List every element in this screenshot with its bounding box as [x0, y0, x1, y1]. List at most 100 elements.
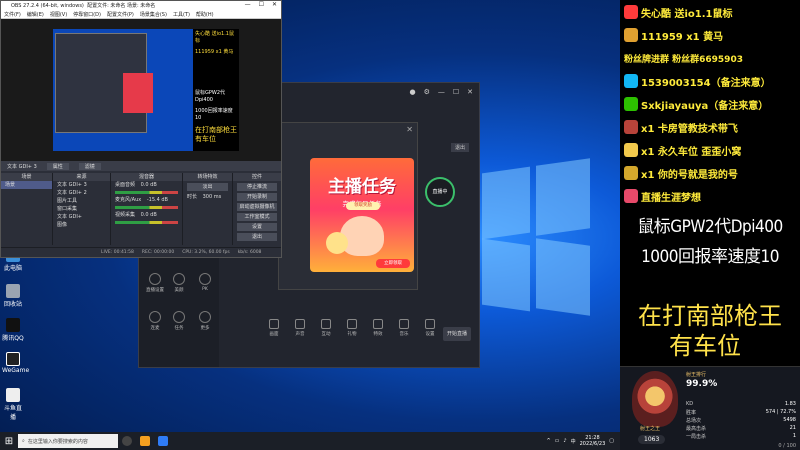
- toolbar-btn-interact[interactable]: 互动: [317, 319, 335, 337]
- menu-view[interactable]: 视图(V): [50, 11, 67, 18]
- minimize-icon[interactable]: —: [245, 1, 251, 8]
- start-recording-button[interactable]: 开始录制: [237, 193, 277, 201]
- stop-stream-button[interactable]: 停止推流: [237, 183, 277, 191]
- left-btn-more[interactable]: 更多: [193, 311, 217, 331]
- chevron-up-icon[interactable]: ^: [546, 438, 550, 444]
- overlay-status-line2: 有车位: [669, 332, 741, 360]
- desktop-icon-wegame[interactable]: WeGame: [2, 352, 29, 374]
- menu-help[interactable]: 帮助(H): [196, 11, 214, 18]
- overlay-mouse-spec-line1: 鼠标GPW2代Dpi400: [637, 217, 783, 237]
- left-btn-settings[interactable]: 直播设置: [143, 273, 167, 293]
- scene-icon: [269, 319, 279, 329]
- menu-docks[interactable]: 停靠窗口(D): [73, 11, 101, 18]
- source-item[interactable]: 图像: [53, 221, 110, 229]
- toolbar-btn-gift[interactable]: 礼物: [343, 319, 361, 337]
- windows-logo-wallpaper: [482, 150, 592, 320]
- notification-icon[interactable]: ▢: [609, 438, 614, 444]
- obs-window: OBS 27.2.4 (64-bit, windows) 配置文件: 未命名 场…: [0, 0, 282, 258]
- toolbar-btn-effects[interactable]: 特效: [369, 319, 387, 337]
- start-button[interactable]: ⊞: [0, 432, 18, 450]
- toolbar-btn-music[interactable]: 音乐: [395, 319, 413, 337]
- menu-scene-collection[interactable]: 场景集合(S): [140, 11, 167, 18]
- douyin-icon: [624, 5, 638, 19]
- speaker-icon[interactable]: ♪: [563, 438, 566, 444]
- studio-mode-button[interactable]: 工作室模式: [237, 213, 277, 221]
- streamer-task-promo[interactable]: 主播任务 完成每日任务 领取奖励 立即领取: [310, 158, 414, 272]
- obs-source-toolbar: 文本 GDI+ 3 属性 滤镜: [1, 161, 281, 171]
- task-icon: [173, 311, 185, 323]
- close-icon[interactable]: ✕: [467, 88, 473, 96]
- network-icon[interactable]: ▭: [555, 438, 560, 444]
- properties-button[interactable]: 属性: [46, 162, 69, 170]
- music-icon: [399, 319, 409, 329]
- preview-nested-overlay: 失心酷 送io1.1鼠标 111959 x1 黄马 鼠标GPW2代Dpi400 …: [193, 29, 239, 151]
- virtual-camera-button[interactable]: 启动虚拟摄像机: [237, 203, 277, 211]
- transition-select[interactable]: 淡出: [187, 183, 228, 191]
- mic-link-icon: [149, 311, 161, 323]
- mixer-channel-name: 麦克风/Aux -15.4 dB: [115, 197, 168, 203]
- rank-emblem-icon: [632, 371, 678, 427]
- qq-icon: [6, 318, 20, 332]
- preview-nested-promo: [123, 73, 153, 113]
- volume-meter[interactable]: [115, 221, 178, 224]
- input-language[interactable]: 中: [571, 438, 576, 445]
- transition-duration[interactable]: 时长 300 ms: [183, 193, 232, 201]
- user-icon[interactable]: ●: [409, 88, 415, 96]
- menu-profile[interactable]: 配置文件(P): [107, 11, 134, 18]
- left-btn-link[interactable]: 连麦: [143, 311, 167, 331]
- source-item[interactable]: 文本 GDI+: [53, 213, 110, 221]
- wechat-icon: [624, 97, 638, 111]
- taskbar-app-obs[interactable]: [118, 432, 136, 450]
- close-icon[interactable]: ✕: [272, 1, 277, 8]
- maximize-icon[interactable]: ☐: [453, 88, 459, 96]
- menu-tools[interactable]: 工具(T): [173, 11, 190, 18]
- streamer-avatar[interactable]: 直播中: [425, 177, 455, 207]
- left-btn-tasks[interactable]: 任务: [167, 311, 191, 331]
- overlay-row: 1539003154（备注来意）: [620, 70, 800, 92]
- volume-meter[interactable]: [115, 191, 178, 194]
- search-icon: ⌕: [22, 438, 25, 444]
- clock[interactable]: 21:28 2022/6/23: [580, 435, 606, 447]
- settings-button[interactable]: 设置: [237, 223, 277, 231]
- left-btn-beauty[interactable]: 美颜: [167, 273, 191, 293]
- desktop-icon-recycle-bin[interactable]: 回收站: [2, 284, 24, 308]
- start-live-button[interactable]: 开始直播: [443, 327, 471, 341]
- taskbar-search[interactable]: ⌕ 在这里输入你要搜索的内容: [18, 434, 118, 448]
- pk-icon: [199, 273, 211, 285]
- obs-icon: [122, 436, 132, 446]
- settings-icon[interactable]: ⚙: [424, 88, 430, 96]
- source-item[interactable]: 文本 GDI+ 2: [53, 189, 110, 197]
- scene-item[interactable]: 场景: [1, 181, 52, 189]
- menu-file[interactable]: 文件(F): [4, 11, 21, 18]
- minimize-icon[interactable]: —: [438, 88, 445, 96]
- filters-button[interactable]: 滤镜: [78, 162, 101, 170]
- scenes-dock: 场景 场景: [1, 173, 53, 245]
- maximize-icon[interactable]: ☐: [259, 1, 264, 8]
- exit-button[interactable]: 退出: [237, 233, 277, 241]
- desktop-icon-qq[interactable]: 腾讯QQ: [2, 318, 24, 342]
- toolbar-btn-sound[interactable]: 声音: [291, 319, 309, 337]
- gift-icon: [347, 319, 357, 329]
- close-icon[interactable]: ✕: [406, 125, 413, 134]
- left-btn-pk[interactable]: PK: [193, 273, 217, 292]
- taskbar-app-companion[interactable]: [136, 432, 154, 450]
- obs-docks: 场景 场景 来源 文本 GDI+ 3 文本 GDI+ 2 图片工具 窗口采集 文…: [1, 173, 281, 245]
- effects-icon: [373, 319, 383, 329]
- overlay-row: 失心酷 送io1.1鼠标: [620, 1, 800, 23]
- mixer-dock: 混音器 桌面音频 0.0 dB 麦克风/Aux -15.4 dB 视频采集 0.…: [111, 173, 183, 245]
- source-item[interactable]: 窗口采集: [53, 205, 110, 213]
- toolbar-btn-settings[interactable]: 设置: [421, 319, 439, 337]
- overlay-row: x1 你的号就是我的号: [620, 162, 800, 184]
- source-item[interactable]: 图片工具: [53, 197, 110, 205]
- promo-claim-button[interactable]: 立即领取: [376, 259, 410, 268]
- toolbar-btn-scene[interactable]: 画面: [265, 319, 283, 337]
- exit-link[interactable]: 退出: [451, 143, 470, 152]
- source-item[interactable]: 文本 GDI+ 3: [53, 181, 110, 189]
- taskbar-app-browser[interactable]: [154, 432, 172, 450]
- beauty-icon: [173, 273, 185, 285]
- desktop-icon-douyu[interactable]: 斗鱼直播: [2, 388, 24, 421]
- volume-meter[interactable]: [115, 206, 178, 209]
- menu-edit[interactable]: 编辑(E): [27, 11, 44, 18]
- screen: 此电脑 回收站 腾讯QQ WeGame 斗鱼直播 ● ⚙ — ☐ ✕ 退出 直播…: [0, 0, 800, 450]
- obs-preview[interactable]: 失心酷 送io1.1鼠标 111959 x1 黄马 鼠标GPW2代Dpi400 …: [1, 19, 281, 161]
